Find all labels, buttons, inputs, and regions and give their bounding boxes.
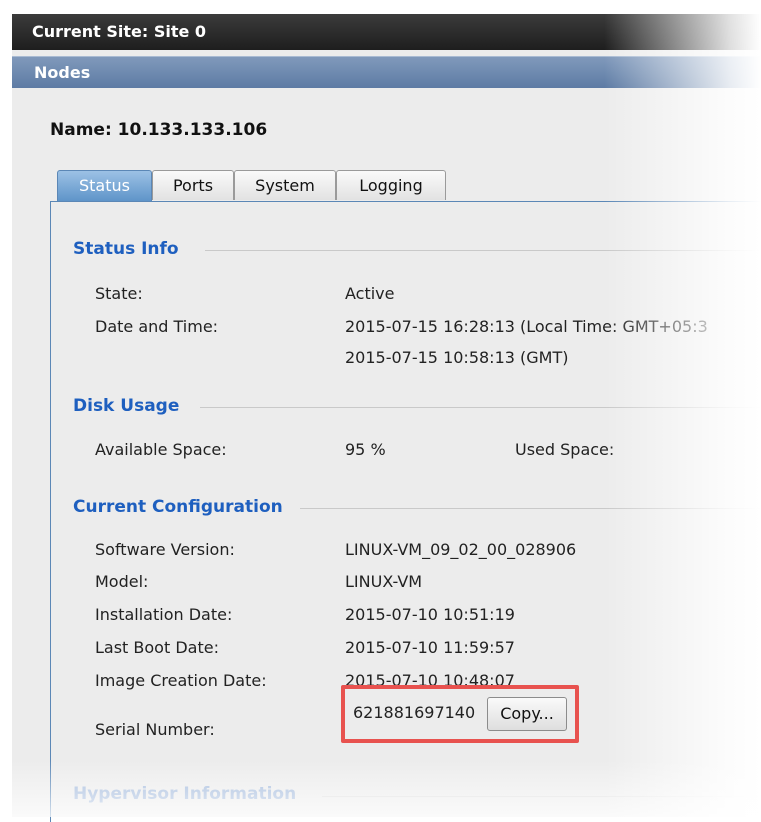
available-space-label: Available Space: bbox=[95, 440, 227, 459]
current-configuration-heading: Current Configuration bbox=[73, 497, 283, 517]
installation-date-label: Installation Date: bbox=[95, 605, 233, 624]
image-creation-date-label: Image Creation Date: bbox=[95, 671, 267, 690]
installation-date-value: 2015-07-10 10:51:19 bbox=[345, 605, 515, 624]
software-version-label: Software Version: bbox=[95, 540, 235, 559]
date-time-local-value: 2015-07-15 16:28:13 (Local Time: GMT+05:… bbox=[345, 317, 708, 336]
tab-status[interactable]: Status bbox=[57, 170, 152, 202]
serial-number-value: 621881697140 bbox=[353, 703, 476, 722]
tab-logging[interactable]: Logging bbox=[336, 170, 446, 200]
state-label: State: bbox=[95, 284, 143, 303]
status-info-divider bbox=[205, 250, 761, 251]
disk-usage-divider bbox=[200, 407, 761, 408]
current-site-bar: Current Site: Site 0 bbox=[12, 14, 761, 50]
node-name: Name: 10.133.133.106 bbox=[50, 120, 268, 140]
copy-serial-button[interactable]: Copy... bbox=[487, 697, 567, 731]
state-value: Active bbox=[345, 284, 395, 303]
current-configuration-divider bbox=[300, 508, 761, 509]
used-space-label: Used Space: bbox=[515, 440, 615, 459]
hypervisor-information-heading: Hypervisor Information bbox=[73, 784, 297, 804]
available-space-value: 95 % bbox=[345, 440, 386, 459]
tab-ports[interactable]: Ports bbox=[152, 170, 234, 200]
software-version-value: LINUX-VM_09_02_00_028906 bbox=[345, 540, 577, 559]
model-value: LINUX-VM bbox=[345, 572, 423, 591]
nodes-panel-header: Nodes bbox=[12, 56, 761, 88]
tab-system[interactable]: System bbox=[234, 170, 336, 200]
date-time-label: Date and Time: bbox=[95, 317, 219, 336]
last-boot-date-label: Last Boot Date: bbox=[95, 638, 219, 657]
last-boot-date-value: 2015-07-10 11:59:57 bbox=[345, 638, 515, 657]
date-time-gmt-value: 2015-07-15 10:58:13 (GMT) bbox=[345, 348, 569, 367]
model-label: Model: bbox=[95, 572, 149, 591]
hypervisor-divider bbox=[322, 796, 761, 797]
status-info-heading: Status Info bbox=[73, 239, 179, 259]
serial-number-label: Serial Number: bbox=[95, 720, 215, 739]
disk-usage-heading: Disk Usage bbox=[73, 396, 180, 416]
